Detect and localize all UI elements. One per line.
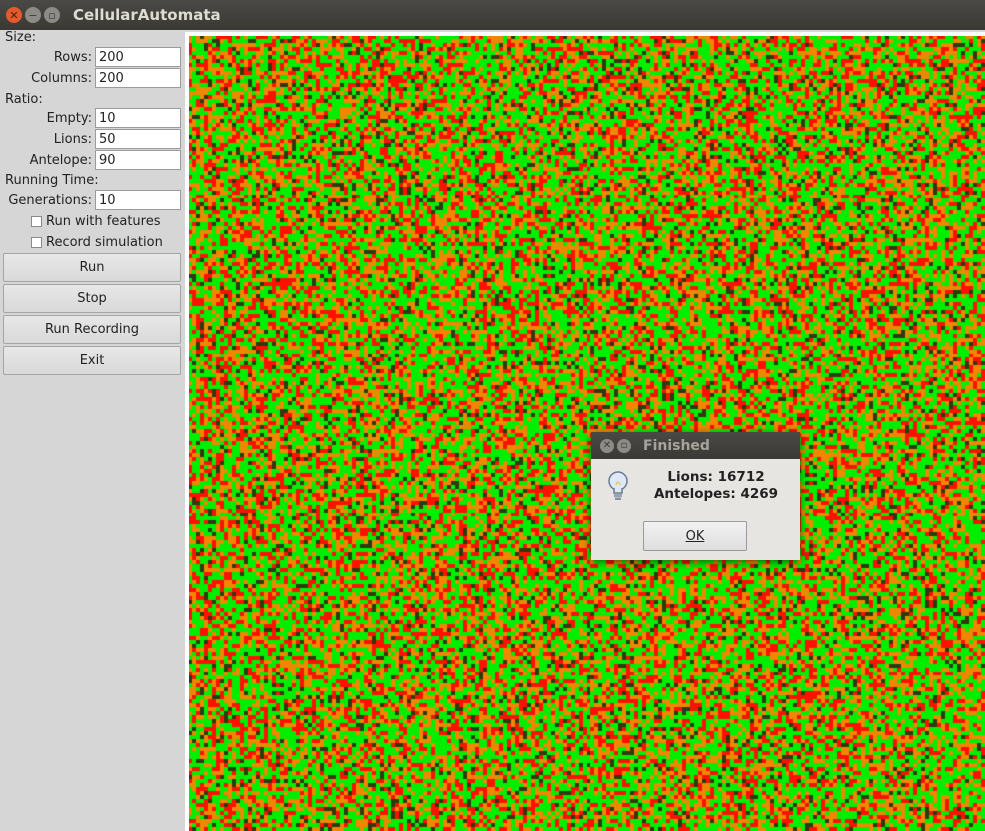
- columns-label: Columns:: [31, 71, 92, 86]
- dialog-title: Finished: [643, 437, 710, 454]
- finished-dialog: ✕ ▫ Finished Lions: 16712 Antelopes: 426…: [591, 432, 800, 560]
- lions-count-text: Lions: 16712: [667, 469, 765, 485]
- ok-button[interactable]: OK: [643, 521, 747, 551]
- settings-sidebar: Size: Rows: Columns: Ratio: Empty: Lions…: [0, 30, 185, 831]
- lightbulb-icon: [608, 471, 628, 500]
- window-titlebar: ✕ − ▫ CellularAutomata: [0, 0, 985, 30]
- close-window-icon[interactable]: ✕: [6, 7, 22, 23]
- simulation-panel: [185, 32, 985, 831]
- run-with-features-label: Run with features: [46, 214, 161, 229]
- running-time-section-label: Running Time:: [5, 173, 99, 188]
- record-simulation-checkbox[interactable]: Record simulation: [31, 235, 163, 250]
- antelope-ratio-input[interactable]: [95, 150, 181, 170]
- lions-ratio-input[interactable]: [95, 129, 181, 149]
- generations-label: Generations:: [8, 193, 92, 208]
- run-with-features-checkbox[interactable]: Run with features: [31, 214, 160, 229]
- empty-ratio-input[interactable]: [95, 108, 181, 128]
- checkbox-box[interactable]: [31, 237, 42, 248]
- run-button[interactable]: Run: [3, 253, 181, 282]
- columns-input[interactable]: [95, 68, 181, 88]
- ratio-section-label: Ratio:: [5, 92, 43, 107]
- automata-grid-canvas[interactable]: [189, 36, 985, 831]
- checkbox-box[interactable]: [31, 216, 42, 227]
- dialog-close-icon[interactable]: ✕: [600, 438, 614, 453]
- minimize-window-icon[interactable]: −: [25, 7, 41, 23]
- size-section-label: Size:: [5, 30, 37, 45]
- dialog-titlebar: ✕ ▫ Finished: [591, 432, 800, 459]
- window-title: CellularAutomata: [73, 6, 221, 24]
- rows-label: Rows:: [53, 50, 92, 65]
- antelopes-count-text: Antelopes: 4269: [653, 486, 779, 502]
- record-simulation-label: Record simulation: [46, 235, 163, 250]
- rows-input[interactable]: [95, 47, 181, 67]
- exit-button[interactable]: Exit: [3, 346, 181, 375]
- stop-button[interactable]: Stop: [3, 284, 181, 313]
- generations-input[interactable]: [95, 190, 181, 210]
- dialog-maximize-icon[interactable]: ▫: [617, 438, 631, 453]
- dialog-message: Lions: 16712 Antelopes: 4269: [636, 469, 796, 503]
- lions-label: Lions:: [53, 132, 92, 147]
- maximize-window-icon[interactable]: ▫: [44, 7, 60, 23]
- antelope-label: Antelope:: [29, 153, 92, 168]
- run-recording-button[interactable]: Run Recording: [3, 315, 181, 344]
- empty-label: Empty:: [46, 111, 92, 126]
